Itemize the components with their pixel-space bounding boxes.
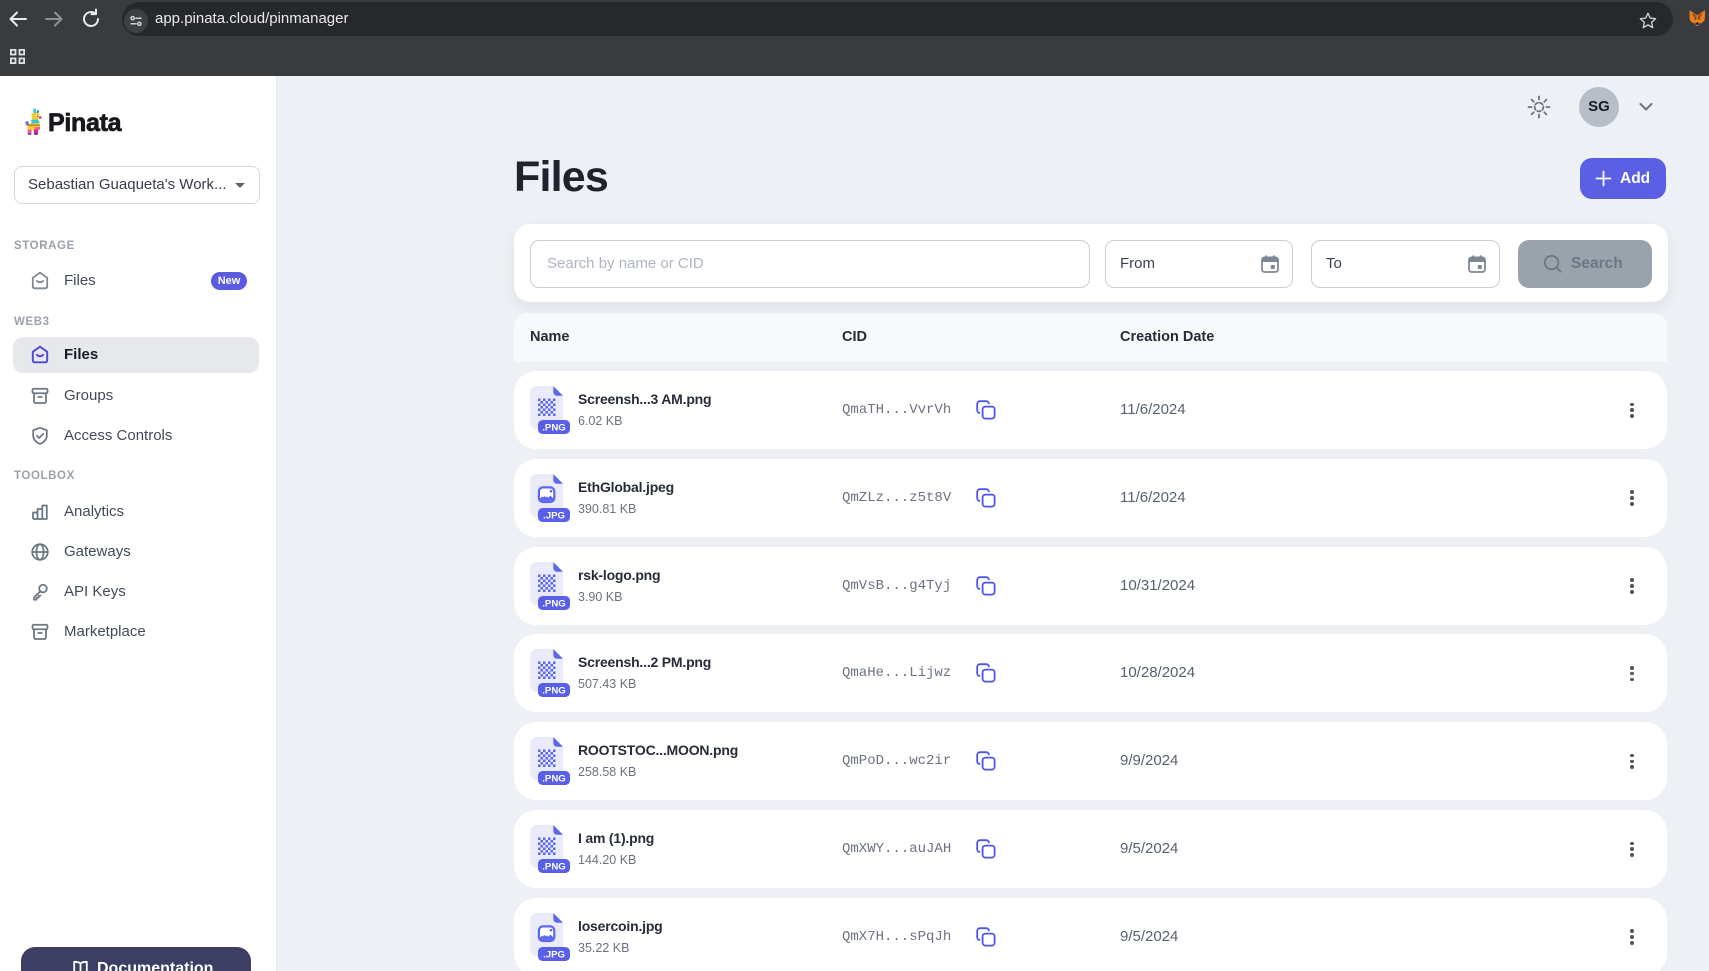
svg-text:.JPG: .JPG bbox=[543, 510, 565, 521]
svg-text:.PNG: .PNG bbox=[542, 422, 565, 433]
svg-text:.PNG: .PNG bbox=[542, 774, 565, 785]
svg-text:.JPG: .JPG bbox=[543, 949, 565, 960]
svg-text:.PNG: .PNG bbox=[542, 598, 565, 609]
svg-text:.PNG: .PNG bbox=[542, 686, 565, 697]
svg-text:.PNG: .PNG bbox=[542, 861, 565, 872]
